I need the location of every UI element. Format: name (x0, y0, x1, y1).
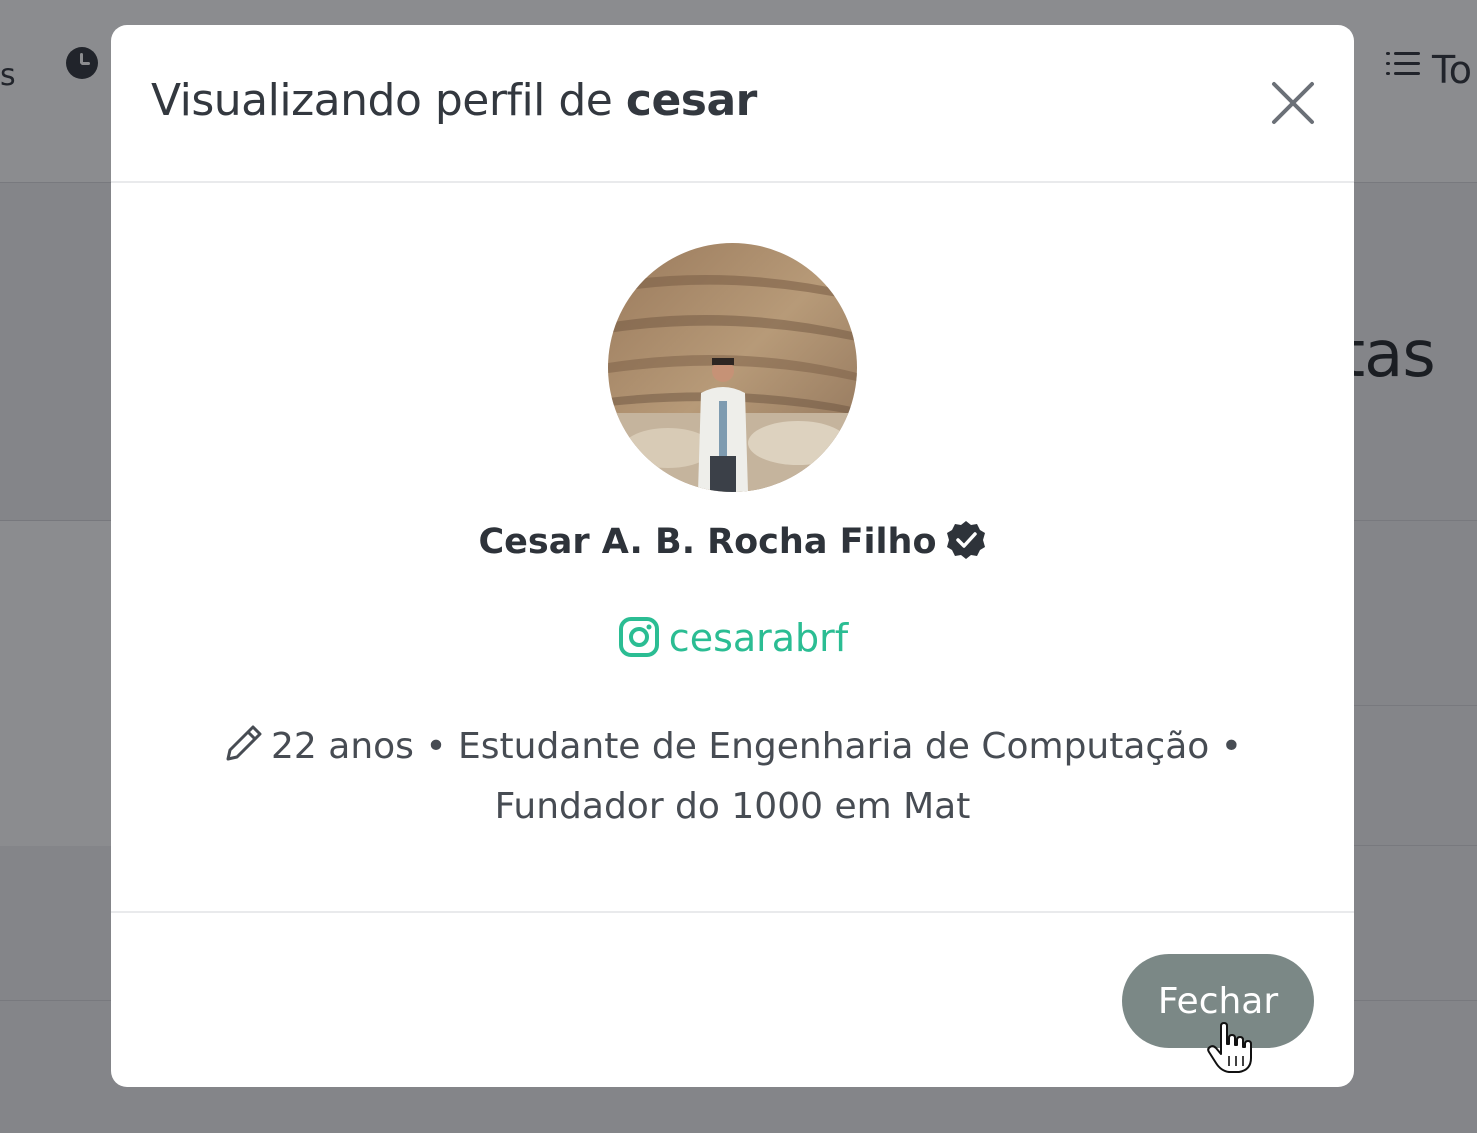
verified-badge-icon (946, 521, 985, 559)
profile-full-name: Cesar A. B. Rocha Filho (478, 522, 937, 562)
instagram-icon (618, 617, 659, 657)
close-icon (1272, 82, 1314, 124)
close-button[interactable] (1269, 79, 1317, 127)
modal-title-prefix: Visualizando perfil de (151, 75, 626, 126)
modal-title: Visualizando perfil de cesar (151, 75, 757, 126)
profile-modal: Visualizando perfil de cesar Cesar A. B.… (111, 25, 1354, 1087)
profile-bio: 22 anos • Estudante de Engenharia de Com… (171, 717, 1294, 837)
modal-footer-divider (111, 911, 1354, 913)
profile-bio-text: 22 anos • Estudante de Engenharia de Com… (271, 726, 1242, 827)
hand-cursor-icon (1207, 1022, 1252, 1073)
profile-photo (608, 243, 857, 492)
profile-name-row: Cesar A. B. Rocha Filho (111, 519, 1354, 562)
modal-header: Visualizando perfil de cesar (111, 25, 1354, 183)
profile-avatar (608, 243, 857, 492)
instagram-link[interactable]: cesarabrf (111, 615, 1354, 660)
instagram-handle: cesarabrf (668, 616, 849, 660)
modal-title-username: cesar (625, 75, 758, 126)
pencil-icon (226, 725, 262, 761)
